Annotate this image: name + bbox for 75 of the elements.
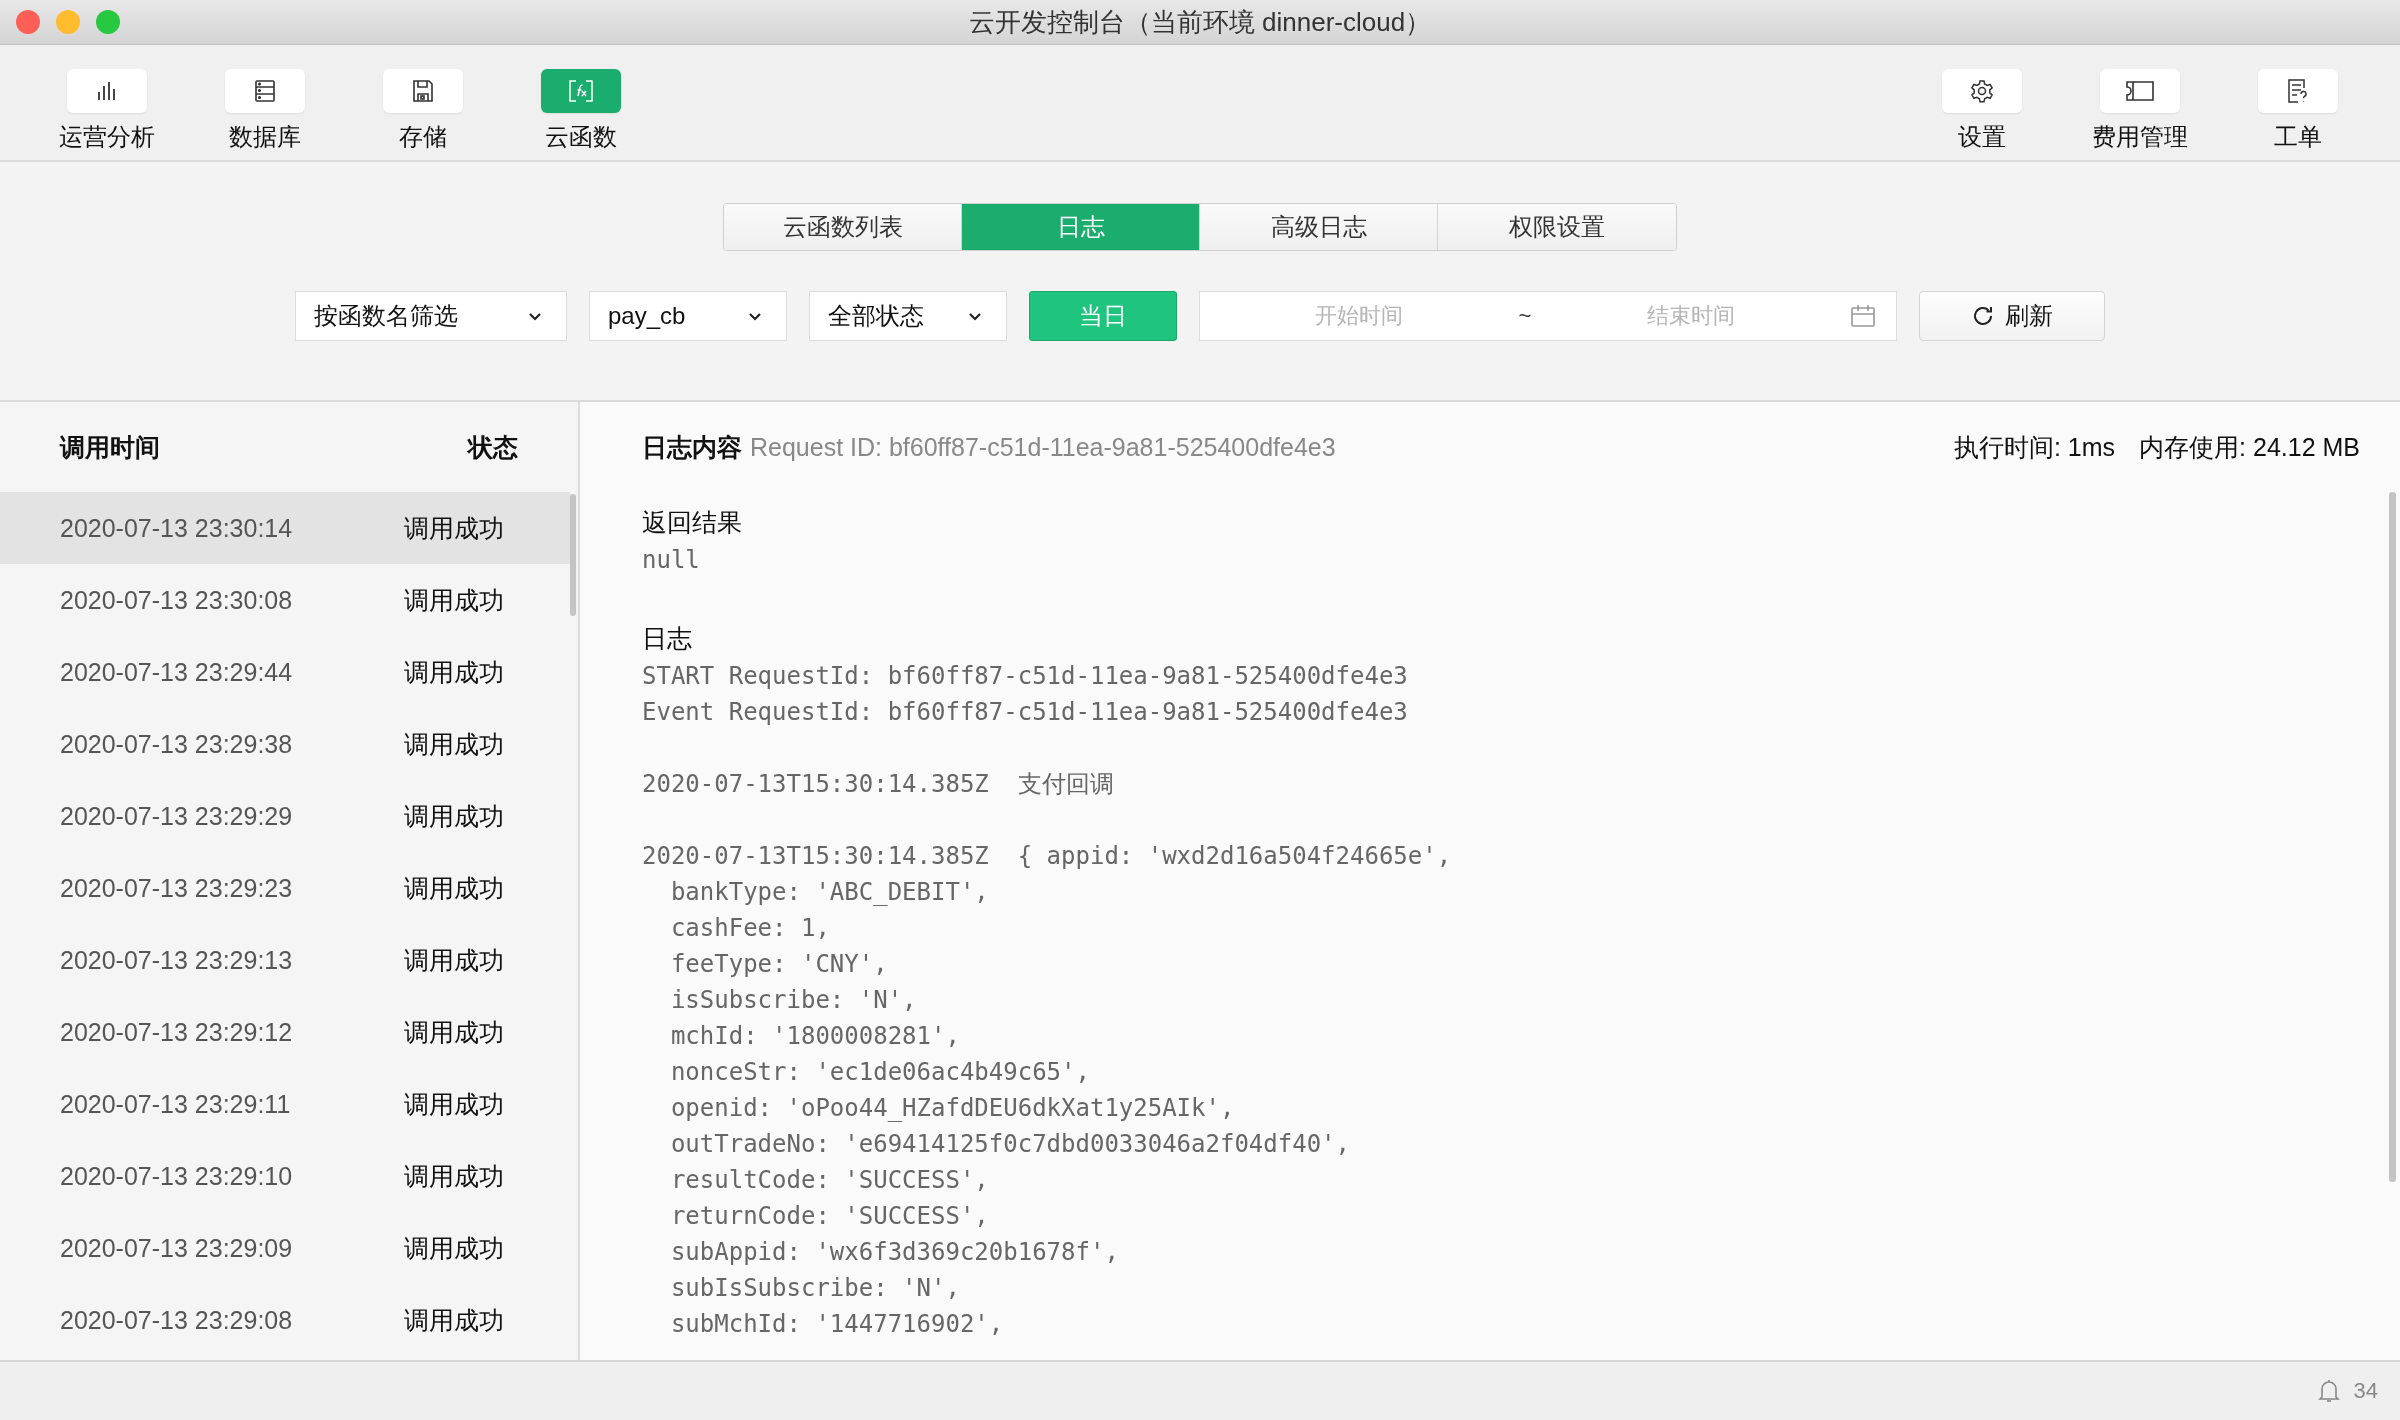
log-line: Event RequestId: bf60ff87-c51d-11ea-9a81-525400dfe4e3	[642, 697, 1409, 728]
close-window-button[interactable]	[16, 10, 40, 34]
log-entry-row[interactable]: 2020-07-13 23:29:10 调用成功	[0, 1140, 570, 1212]
ticket-icon	[2125, 80, 2155, 102]
log-line: mchId: '1800008281',	[669, 1021, 961, 1052]
log-entry-row[interactable]: 2020-07-13 23:29:12 调用成功	[0, 996, 570, 1068]
execution-time: 执行时间: 1ms	[1953, 431, 2116, 463]
log-line: 2020-07-13T15:30:14.385Z 支付回调	[642, 769, 1115, 800]
range-separator: ~	[1518, 303, 1532, 329]
log-line: resultCode: 'SUCCESS',	[669, 1165, 990, 1196]
log-entry-row[interactable]: 2020-07-13 23:29:29 调用成功	[0, 780, 570, 852]
function-filter-dropdown[interactable]: 按函数名筛选	[295, 291, 567, 341]
minimize-window-button[interactable]	[56, 10, 80, 34]
scrollbar-thumb[interactable]	[2389, 492, 2396, 1182]
chevron-down-icon	[968, 311, 982, 321]
scrollbar-thumb[interactable]	[570, 494, 576, 616]
toolbar-button[interactable]: 费用管理	[2061, 45, 2219, 160]
toolbar-button[interactable]: 数据库	[186, 45, 344, 160]
end-time-field[interactable]: 结束时间	[1531, 302, 1850, 330]
log-entry-row[interactable]: 2020-07-13 23:29:38 调用成功	[0, 708, 570, 780]
settings-icon	[1970, 79, 1994, 103]
toolbar-button[interactable]: 存储	[344, 45, 502, 160]
log-entry-row[interactable]: 2020-07-13 23:30:14 调用成功	[0, 492, 570, 564]
toolbar-button[interactable]: 运营分析	[28, 45, 186, 160]
calendar-icon	[1850, 304, 1876, 328]
notification-count: 34	[2353, 1378, 2378, 1404]
tab[interactable]: 权限设置	[1438, 204, 1676, 250]
function-name-dropdown[interactable]: pay_cb	[589, 291, 787, 341]
result-value: null	[642, 545, 701, 576]
chevron-down-icon	[528, 311, 542, 321]
log-line: feeType: 'CNY',	[669, 949, 889, 980]
start-time-field[interactable]: 开始时间	[1200, 302, 1519, 330]
section-heading: 日志	[642, 623, 693, 654]
window-title: 云开发控制台（当前环境 dinner-cloud）	[968, 5, 1432, 39]
section-heading: 返回结果	[642, 507, 743, 538]
zoom-window-button[interactable]	[96, 10, 120, 34]
date-range-picker[interactable]: 开始时间 ~ 结束时间	[1199, 291, 1897, 341]
toolbar-button[interactable]: 云函数	[502, 45, 660, 160]
refresh-button[interactable]: 刷新	[1919, 291, 2105, 341]
database-icon	[253, 79, 277, 103]
log-line: isSubscribe: 'N',	[669, 985, 918, 1016]
log-line: returnCode: 'SUCCESS',	[669, 1201, 990, 1232]
log-entry-row[interactable]: 2020-07-13 23:29:09 调用成功	[0, 1212, 570, 1284]
log-line: cashFee: 1,	[669, 913, 831, 944]
tab[interactable]: 云函数列表	[724, 204, 962, 250]
chevron-down-icon	[748, 311, 762, 321]
log-entry-row[interactable]: 2020-07-13 23:29:44 调用成功	[0, 636, 570, 708]
request-id: Request ID: bf60ff87-c51d-11ea-9a81-525400dfe4e3	[750, 432, 1336, 462]
log-line: 2020-07-13T15:30:14.385Z { appid: 'wxd2d16a504f24665e',	[642, 841, 1453, 872]
log-entry-row[interactable]: 2020-07-13 23:29:13 调用成功	[0, 924, 570, 996]
status-dropdown[interactable]: 全部状态	[809, 291, 1007, 341]
log-line: bankType: 'ABC_DEBIT',	[669, 877, 990, 908]
log-line: subIsSubscribe: 'N',	[669, 1273, 961, 1304]
log-line: subMchId: '1447716902',	[669, 1309, 1005, 1340]
tab[interactable]: 高级日志	[1200, 204, 1438, 250]
document-question-icon	[2286, 78, 2310, 104]
log-line: START RequestId: bf60ff87-c51d-11ea-9a81-525400dfe4e3	[642, 661, 1409, 692]
refresh-icon	[1971, 304, 1995, 328]
log-line: openid: 'oPoo44_HZafdDEU6dkXat1y25AIk',	[669, 1093, 1236, 1124]
log-content-title: 日志内容	[642, 431, 742, 463]
log-entry-row[interactable]: 2020-07-13 23:29:11 调用成功	[0, 1068, 570, 1140]
toolbar-button[interactable]: 工单	[2219, 45, 2377, 160]
bar-chart-icon	[96, 80, 118, 102]
column-header: 状态	[468, 431, 518, 463]
bell-icon	[2317, 1378, 2340, 1404]
function-icon	[568, 79, 594, 103]
log-line: outTradeNo: 'e69414125f0c7dbd0033046a2f04df40',	[669, 1129, 1351, 1160]
column-header: 调用时间	[60, 431, 160, 463]
log-entry-row[interactable]: 2020-07-13 23:30:08 调用成功	[0, 564, 570, 636]
log-line: subAppid: 'wx6f3d369c20b1678f',	[669, 1237, 1120, 1268]
memory-usage: 内存使用: 24.12 MB	[2139, 431, 2360, 463]
log-entry-row[interactable]: 2020-07-13 23:29:08 调用成功	[0, 1284, 570, 1356]
log-entry-row[interactable]: 2020-07-13 23:29:23 调用成功	[0, 852, 570, 924]
log-line: nonceStr: 'ec1de06ac4b49c65',	[669, 1057, 1091, 1088]
toolbar-button[interactable]: 设置	[1903, 45, 2061, 160]
